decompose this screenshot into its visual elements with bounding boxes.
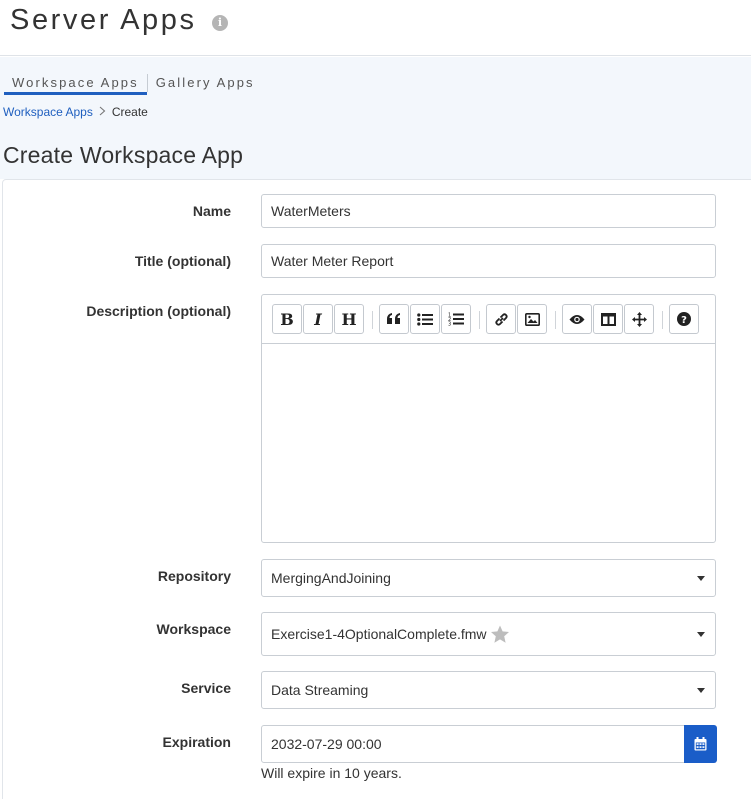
fullscreen-button[interactable]: [624, 304, 654, 334]
unordered-list-button[interactable]: [410, 304, 440, 334]
chevron-right-icon: [99, 105, 106, 119]
page-header: Server Apps i: [0, 0, 751, 56]
image-button[interactable]: [517, 304, 547, 334]
link-button[interactable]: [486, 304, 516, 334]
italic-button[interactable]: I: [303, 304, 333, 334]
description-editor: B I H 1 2 3 ?: [261, 294, 716, 543]
caret-down-icon: [697, 632, 705, 637]
svg-text:?: ?: [681, 315, 687, 326]
star-icon[interactable]: [490, 625, 510, 644]
workspace-label: Workspace: [156, 621, 231, 637]
page-title: Server Apps: [10, 4, 197, 36]
section-title: Create Workspace App: [3, 142, 244, 168]
guide-button[interactable]: ?: [669, 304, 699, 334]
expiration-label: Expiration: [162, 734, 231, 750]
service-select[interactable]: Data Streaming: [261, 671, 716, 709]
toolbar-separator: [662, 311, 663, 329]
subheader: Workspace Apps Gallery Apps Workspace Ap…: [0, 57, 751, 179]
title-input[interactable]: [261, 244, 716, 278]
caret-down-icon: [697, 576, 705, 581]
side-by-side-button[interactable]: [593, 304, 623, 334]
preview-button[interactable]: [562, 304, 592, 334]
calendar-button[interactable]: [684, 725, 717, 763]
bold-icon: B: [280, 309, 294, 329]
tab-bar: Workspace Apps Gallery Apps: [4, 71, 263, 95]
ordered-list-button[interactable]: 1 2 3: [441, 304, 471, 334]
workspace-selected-value: Exercise1-4OptionalComplete.fmw: [271, 626, 487, 642]
info-circle-icon[interactable]: i: [212, 15, 228, 31]
arrows-move-icon: [631, 311, 647, 327]
link-icon: [494, 312, 508, 326]
title-label: Title (optional): [134, 253, 231, 269]
italic-icon: I: [314, 309, 322, 329]
svg-text:3: 3: [448, 322, 451, 327]
breadcrumb: Workspace Apps Create: [3, 105, 148, 119]
repository-selected-value: MergingAndJoining: [271, 570, 391, 586]
toolbar-separator: [372, 311, 373, 329]
name-label: Name: [192, 203, 231, 219]
repository-label: Repository: [157, 568, 231, 584]
ordered-list-icon: 1 2 3: [448, 313, 464, 327]
breadcrumb-current: Create: [111, 105, 148, 119]
expiration-help-text: Will expire in 10 years.: [261, 765, 402, 781]
breadcrumb-link-workspace-apps[interactable]: Workspace Apps: [3, 105, 93, 119]
service-label: Service: [181, 680, 231, 696]
eye-icon: [569, 314, 585, 324]
heading-button[interactable]: H: [334, 304, 364, 334]
unordered-list-icon: [417, 312, 433, 326]
question-circle-icon: ?: [677, 312, 691, 326]
editor-toolbar: B I H 1 2 3 ?: [262, 295, 715, 344]
image-icon: [524, 312, 540, 326]
quote-button[interactable]: [379, 304, 409, 334]
description-textarea[interactable]: [262, 345, 715, 542]
description-label: Description (optional): [86, 303, 231, 319]
quote-icon: [387, 313, 400, 324]
heading-icon: H: [341, 309, 357, 329]
repository-select[interactable]: MergingAndJoining: [261, 559, 716, 597]
caret-down-icon: [697, 688, 705, 693]
workspace-select[interactable]: Exercise1-4OptionalComplete.fmw: [261, 612, 716, 656]
bold-button[interactable]: B: [272, 304, 302, 334]
toolbar-separator: [555, 311, 556, 329]
toolbar-separator: [479, 311, 480, 329]
calendar-icon: [694, 737, 707, 751]
name-input[interactable]: [261, 194, 716, 228]
columns-icon: [600, 312, 616, 326]
tab-gallery-apps[interactable]: Gallery Apps: [148, 71, 263, 95]
tab-workspace-apps[interactable]: Workspace Apps: [4, 71, 147, 95]
service-selected-value: Data Streaming: [271, 682, 369, 698]
expiration-input[interactable]: [261, 725, 685, 763]
